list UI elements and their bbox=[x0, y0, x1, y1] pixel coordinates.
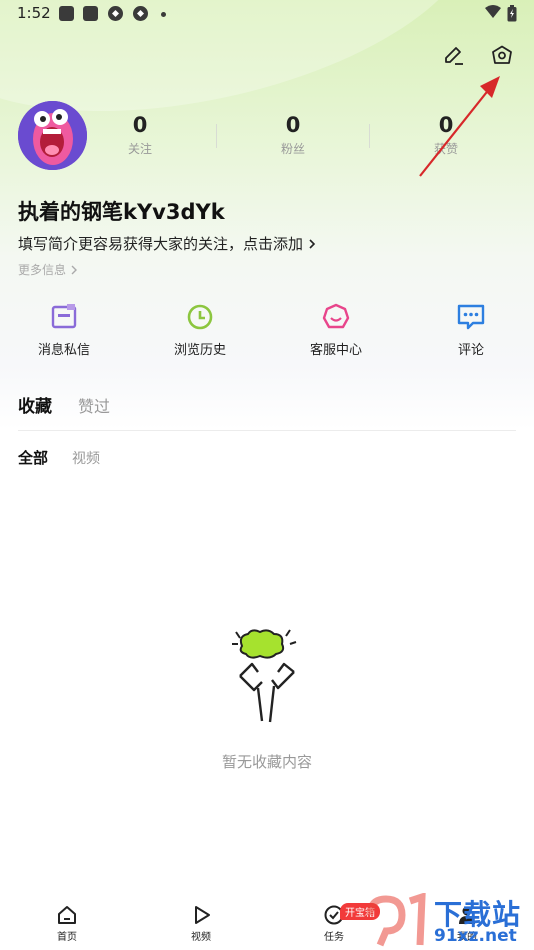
filter-videos[interactable]: 视频 bbox=[72, 448, 100, 468]
nav-video[interactable]: 视频 bbox=[171, 904, 231, 943]
nav-home-label: 首页 bbox=[57, 932, 77, 943]
clock-icon bbox=[187, 304, 213, 330]
stat-likes-count: 0 bbox=[438, 113, 454, 137]
chevron-right-icon bbox=[71, 265, 78, 274]
bio-add-link[interactable]: 填写简介更容易获得大家的关注，点击添加 bbox=[18, 233, 318, 254]
message-icon bbox=[51, 304, 77, 329]
quick-action-label: 浏览历史 bbox=[173, 343, 226, 358]
notification-icon bbox=[59, 6, 74, 21]
filter-all[interactable]: 全部 bbox=[18, 447, 48, 468]
stat-following-count: 0 bbox=[132, 113, 148, 137]
stat-followers[interactable]: 0 粉丝 bbox=[243, 113, 343, 157]
quick-action-label: 评论 bbox=[457, 343, 484, 358]
edit-icon bbox=[445, 47, 463, 65]
stat-divider bbox=[369, 124, 370, 148]
tab-liked[interactable]: 赞过 bbox=[78, 393, 110, 417]
stat-following-label: 关注 bbox=[127, 142, 152, 156]
content-tabs: 收藏 赞过 bbox=[18, 392, 110, 417]
notification-icon bbox=[83, 6, 98, 21]
comment-icon bbox=[457, 304, 485, 330]
customer-service-icon bbox=[322, 303, 350, 329]
empty-illustration-icon bbox=[232, 629, 297, 723]
stat-likes[interactable]: 0 获赞 bbox=[396, 113, 496, 157]
tabs-divider bbox=[18, 430, 516, 431]
stat-likes-label: 获赞 bbox=[433, 142, 458, 156]
quick-action-messages[interactable]: 消息私信 bbox=[9, 302, 119, 358]
stat-following[interactable]: 0 关注 bbox=[90, 113, 190, 157]
app-icon bbox=[107, 5, 124, 26]
play-icon bbox=[195, 906, 210, 924]
avatar[interactable] bbox=[18, 101, 87, 170]
stat-followers-count: 0 bbox=[285, 113, 301, 137]
more-dot-icon bbox=[161, 12, 166, 17]
watermark: 下载站 91xz.net bbox=[362, 893, 532, 950]
nav-tasks-label: 任务 bbox=[324, 932, 344, 943]
empty-state-text: 暂无收藏内容 bbox=[221, 753, 312, 771]
quick-action-label: 客服中心 bbox=[309, 343, 362, 358]
app-icon bbox=[132, 5, 149, 26]
more-info-label: 更多信息 bbox=[18, 263, 67, 277]
tab-favorites[interactable]: 收藏 bbox=[18, 392, 52, 417]
chevron-right-icon bbox=[309, 238, 316, 249]
watermark-logo-icon bbox=[366, 893, 426, 947]
settings-button[interactable] bbox=[487, 41, 517, 71]
quick-action-customer-service[interactable]: 客服中心 bbox=[281, 302, 391, 358]
avatar-character-icon bbox=[18, 101, 87, 170]
stat-divider bbox=[216, 124, 217, 148]
wifi-icon bbox=[484, 4, 502, 24]
settings-icon bbox=[492, 45, 512, 64]
quick-action-comments[interactable]: 评论 bbox=[416, 302, 526, 358]
status-time: 1:52 bbox=[17, 4, 51, 22]
status-bar: 1:52 bbox=[0, 0, 534, 28]
watermark-url: 91xz.net bbox=[434, 926, 517, 946]
quick-action-history[interactable]: 浏览历史 bbox=[145, 302, 255, 358]
filter-tabs: 全部 视频 bbox=[18, 447, 100, 468]
bio-text: 填写简介更容易获得大家的关注，点击添加 bbox=[18, 235, 304, 253]
nickname: 执着的钢笔kYv3dYk bbox=[18, 200, 225, 224]
nav-home[interactable]: 首页 bbox=[37, 904, 97, 943]
edit-profile-button[interactable] bbox=[439, 41, 469, 71]
home-icon bbox=[58, 906, 76, 924]
battery-icon bbox=[507, 5, 517, 26]
more-info-link[interactable]: 更多信息 bbox=[18, 261, 79, 278]
stat-followers-label: 粉丝 bbox=[280, 142, 305, 156]
quick-action-label: 消息私信 bbox=[37, 343, 90, 358]
nav-video-label: 视频 bbox=[191, 932, 211, 943]
